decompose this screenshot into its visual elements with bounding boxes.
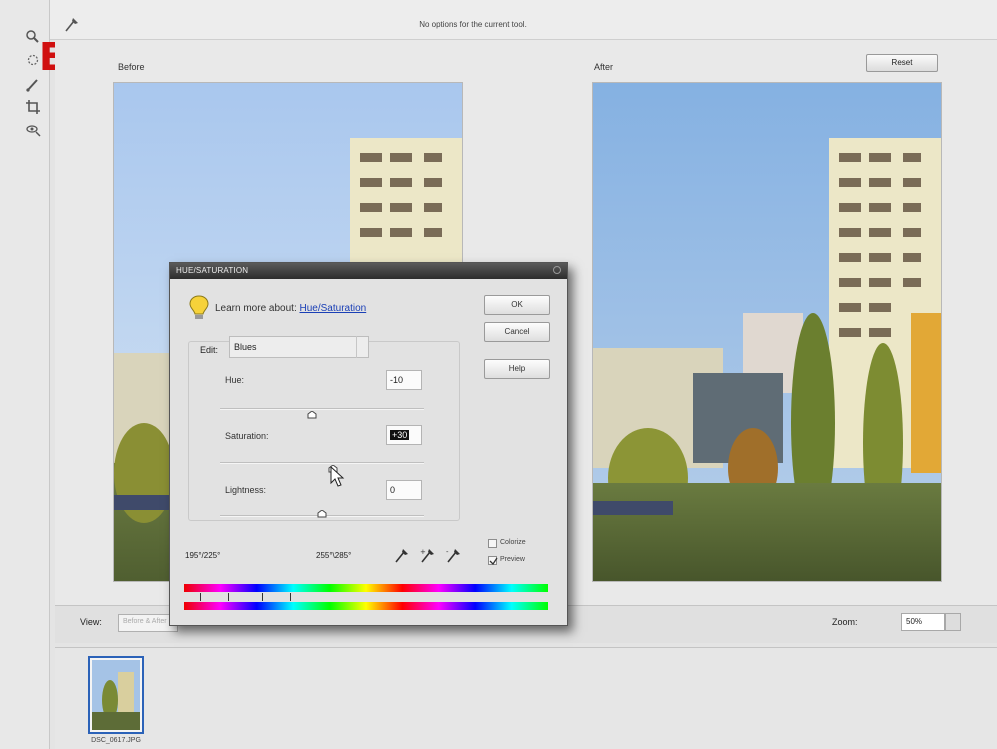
- after-photo: [592, 82, 942, 582]
- lightness-slider-thumb[interactable]: [317, 509, 327, 518]
- reset-button[interactable]: Reset: [866, 54, 938, 72]
- zoom-label: Zoom:: [832, 617, 858, 627]
- hue-field[interactable]: -10: [386, 370, 422, 390]
- edit-channel-select[interactable]: Blues: [229, 336, 369, 358]
- options-text: No options for the current tool.: [419, 20, 527, 29]
- range-marker[interactable]: [290, 593, 291, 601]
- close-icon[interactable]: [552, 265, 562, 275]
- saturation-label: Saturation:: [225, 431, 269, 441]
- preview-checkbox[interactable]: [488, 556, 498, 566]
- colorize-label: Colorize: [500, 539, 526, 546]
- dialog-titlebar[interactable]: HUE/SATURATION: [170, 263, 567, 279]
- lightness-label: Lightness:: [225, 485, 267, 495]
- eyedropper-icon: [62, 16, 80, 34]
- hue-slider-track[interactable]: [220, 408, 424, 410]
- mouse-cursor-icon: [330, 465, 346, 488]
- hue-saturation-dialog: HUE/SATURATION Learn more about: Hue/Sat…: [169, 262, 568, 626]
- saturation-value: +30: [390, 430, 410, 440]
- range-right-text: 255°\285°: [316, 551, 352, 560]
- tools-panel: [0, 0, 50, 749]
- learn-more-link[interactable]: Hue/Saturation: [300, 303, 367, 314]
- colorize-checkbox[interactable]: [488, 539, 497, 548]
- eyedropper-icon[interactable]: [392, 547, 410, 565]
- learn-more-text: Learn more about: Hue/Saturation: [215, 303, 366, 314]
- lightbulb-icon: [188, 294, 210, 322]
- after-label: After: [594, 62, 614, 72]
- color-bar-bottom: [184, 602, 548, 610]
- chevron-down-icon[interactable]: [356, 336, 370, 358]
- learn-more-prefix: Learn more about:: [215, 303, 297, 314]
- edit-label: Edit:: [200, 345, 219, 355]
- help-button[interactable]: Help: [484, 359, 550, 379]
- range-left-text: 195°/225°: [185, 551, 221, 560]
- hue-label: Hue:: [225, 375, 245, 385]
- view-label: View:: [80, 617, 102, 627]
- eyedropper-add-icon[interactable]: +: [418, 547, 436, 565]
- thumbnail-label: DSC_0617.JPG: [91, 737, 141, 744]
- range-marker[interactable]: [262, 593, 263, 601]
- photo-bin: [55, 647, 997, 749]
- cancel-button[interactable]: Cancel: [484, 322, 550, 342]
- saturation-field[interactable]: +30: [386, 425, 422, 445]
- svg-text:+: +: [420, 548, 426, 556]
- lightness-field[interactable]: 0: [386, 480, 422, 500]
- saturation-slider-track[interactable]: [220, 462, 424, 464]
- ok-button[interactable]: OK: [484, 295, 550, 315]
- svg-text:-: -: [446, 548, 449, 556]
- zoom-stepper[interactable]: [945, 613, 961, 631]
- red-eye-tool-icon[interactable]: [24, 120, 42, 138]
- photo-thumbnail[interactable]: [88, 656, 144, 734]
- preview-label: Preview: [500, 556, 525, 563]
- crop-tool-icon[interactable]: [24, 98, 42, 116]
- before-label: Before: [118, 62, 145, 72]
- hue-slider-thumb[interactable]: [307, 410, 317, 419]
- zoom-field[interactable]: 50%: [901, 613, 945, 631]
- eyedropper-subtract-icon[interactable]: -: [444, 547, 462, 565]
- color-bar-top: [184, 584, 548, 592]
- range-marker[interactable]: [200, 593, 201, 601]
- dialog-title: HUE/SATURATION: [176, 266, 249, 275]
- range-marker[interactable]: [228, 593, 229, 601]
